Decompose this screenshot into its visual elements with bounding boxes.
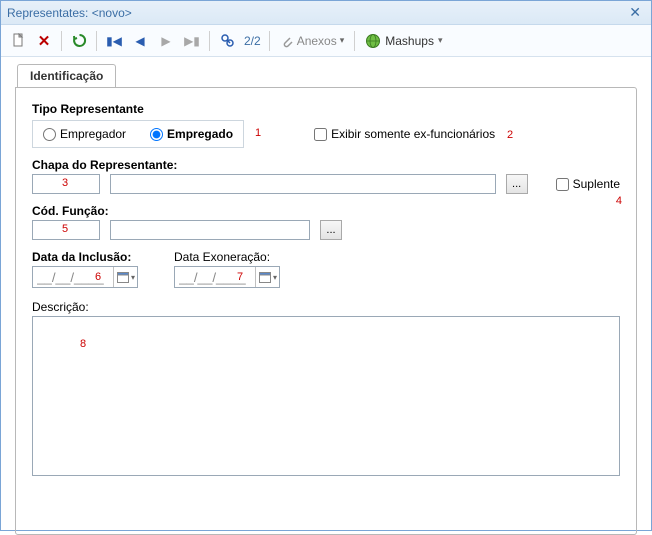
tab-identificacao[interactable]: Identificação — [17, 64, 116, 88]
data-exoneracao-label: Data Exoneração: — [174, 250, 280, 264]
annotation-6: 6 — [95, 271, 101, 283]
radio-empregador[interactable]: Empregador — [43, 127, 126, 141]
nav-first-icon[interactable]: ▮◀ — [103, 30, 125, 52]
annotation-4: 4 — [616, 195, 622, 207]
radio-empregador-input[interactable] — [43, 128, 56, 141]
window-title: Representates: <novo> — [7, 6, 132, 20]
chapa-desc-input[interactable] — [110, 174, 496, 194]
paperclip-icon — [280, 34, 294, 48]
separator — [269, 31, 270, 51]
suplente-checkbox[interactable]: Suplente 4 — [556, 177, 620, 191]
calendar-icon[interactable]: ▾ — [255, 267, 279, 287]
tipo-representante-label: Tipo Representante — [32, 102, 620, 116]
tipo-radio-group: Empregador Empregado 1 — [32, 120, 244, 148]
data-exoneracao-field[interactable]: 7 ▾ — [174, 266, 280, 288]
mashups-button[interactable]: Mashups ▾ — [361, 33, 446, 49]
annotation-1: 1 — [255, 127, 261, 139]
separator — [209, 31, 210, 51]
nav-last-icon[interactable]: ▶▮ — [181, 30, 203, 52]
annotation-7: 7 — [237, 271, 243, 283]
chevron-down-icon: ▾ — [438, 35, 443, 46]
anexos-label: Anexos — [297, 34, 337, 48]
separator — [354, 31, 355, 51]
mashups-label: Mashups — [385, 34, 434, 48]
search-icon[interactable] — [216, 30, 238, 52]
radio-empregado[interactable]: Empregado — [150, 127, 233, 141]
refresh-icon[interactable] — [68, 30, 90, 52]
descricao-textarea[interactable] — [32, 316, 620, 476]
tabstrip: Identificação — [1, 57, 651, 87]
annotation-3: 3 — [62, 177, 68, 189]
descricao-label: Descrição: — [32, 300, 620, 314]
suplente-label: Suplente — [573, 177, 620, 191]
cod-funcao-desc-input[interactable] — [110, 220, 310, 240]
separator — [96, 31, 97, 51]
chapa-label: Chapa do Representante: — [32, 158, 620, 172]
annotation-2: 2 — [507, 129, 513, 141]
anexos-button[interactable]: Anexos ▾ — [276, 34, 349, 48]
delete-icon[interactable]: ✕ — [33, 30, 55, 52]
page-count: 2/2 — [244, 34, 261, 48]
new-icon[interactable] — [7, 30, 29, 52]
globe-icon — [365, 33, 381, 49]
annotation-5: 5 — [62, 223, 68, 235]
exibir-ex-checkbox[interactable]: Exibir somente ex-funcionários 2 — [314, 127, 495, 141]
radio-empregado-label: Empregado — [167, 127, 233, 141]
titlebar: Representates: <novo> ✕ — [1, 1, 651, 25]
window: Representates: <novo> ✕ ✕ ▮◀ ◀ ▶ ▶▮ 2/2 … — [0, 0, 652, 531]
form-panel: Tipo Representante Empregador Empregado … — [15, 87, 637, 535]
radio-empregado-input[interactable] — [150, 128, 163, 141]
cod-funcao-lookup-button[interactable]: ... — [320, 220, 342, 240]
toolbar: ✕ ▮◀ ◀ ▶ ▶▮ 2/2 Anexos ▾ Mashups ▾ — [1, 25, 651, 57]
nav-prev-icon[interactable]: ◀ — [129, 30, 151, 52]
data-inclusao-label: Data da Inclusão: — [32, 250, 138, 264]
cod-funcao-label: Cód. Função: — [32, 204, 620, 218]
radio-empregador-label: Empregador — [60, 127, 126, 141]
exibir-ex-label: Exibir somente ex-funcionários — [331, 127, 495, 141]
chapa-lookup-button[interactable]: ... — [506, 174, 528, 194]
annotation-8: 8 — [80, 338, 86, 350]
calendar-icon[interactable]: ▾ — [113, 267, 137, 287]
separator — [61, 31, 62, 51]
data-inclusao-field[interactable]: 6 ▾ — [32, 266, 138, 288]
suplente-input[interactable] — [556, 178, 569, 191]
close-icon[interactable]: ✕ — [625, 4, 645, 21]
exibir-ex-input[interactable] — [314, 128, 327, 141]
chevron-down-icon: ▾ — [340, 35, 345, 46]
nav-next-icon[interactable]: ▶ — [155, 30, 177, 52]
